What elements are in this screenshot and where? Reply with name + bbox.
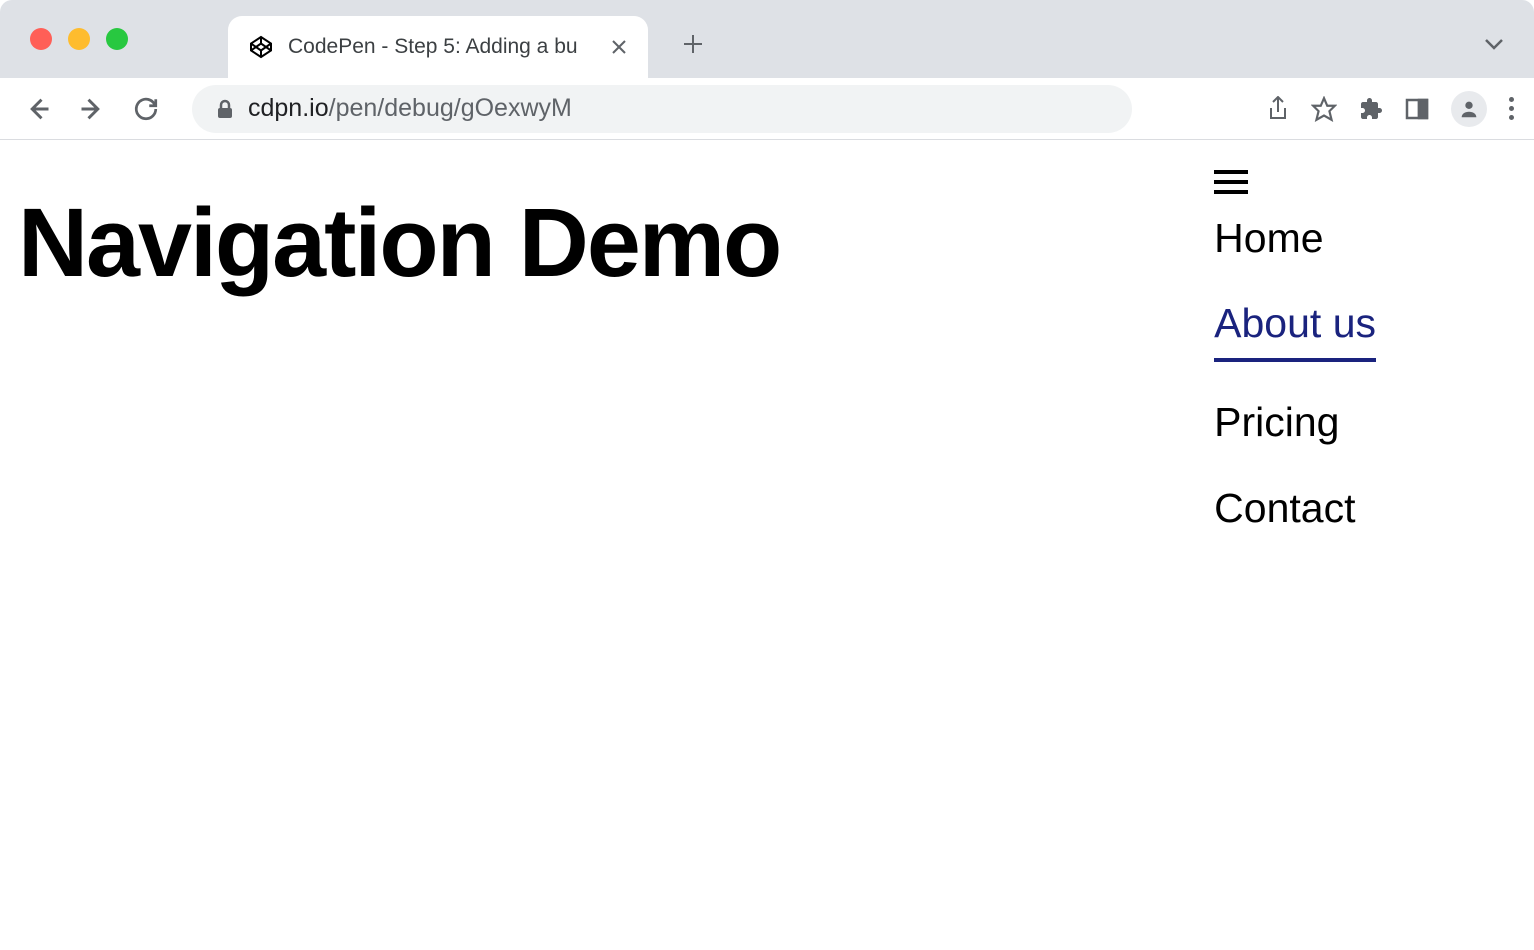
toolbar-actions bbox=[1267, 91, 1514, 127]
hamburger-menu-icon[interactable] bbox=[1214, 170, 1248, 194]
tab-strip: CodePen - Step 5: Adding a bu bbox=[0, 0, 1534, 78]
bookmark-star-icon[interactable] bbox=[1311, 96, 1337, 122]
back-button[interactable] bbox=[20, 91, 56, 127]
side-panel-icon[interactable] bbox=[1405, 98, 1429, 120]
page-heading: Navigation Demo bbox=[18, 190, 780, 533]
navigation-area: Home About us Pricing Contact bbox=[1214, 170, 1516, 533]
extensions-icon[interactable] bbox=[1359, 97, 1383, 121]
tab-search-button[interactable] bbox=[1484, 33, 1504, 56]
nav-item-about[interactable]: About us bbox=[1214, 299, 1376, 362]
nav-list: Home About us Pricing Contact bbox=[1214, 214, 1376, 533]
minimize-window-button[interactable] bbox=[68, 28, 90, 50]
nav-item-home[interactable]: Home bbox=[1214, 214, 1376, 263]
close-tab-button[interactable] bbox=[610, 38, 628, 56]
forward-button[interactable] bbox=[74, 91, 110, 127]
maximize-window-button[interactable] bbox=[106, 28, 128, 50]
url-text: cdpn.io/pen/debug/gOexwyM bbox=[248, 94, 572, 123]
page-content: Navigation Demo Home About us Pricing Co… bbox=[0, 140, 1534, 533]
profile-avatar-icon[interactable] bbox=[1451, 91, 1487, 127]
browser-tab[interactable]: CodePen - Step 5: Adding a bu bbox=[228, 16, 648, 78]
new-tab-button[interactable] bbox=[672, 23, 714, 65]
codepen-favicon-icon bbox=[248, 34, 274, 60]
close-window-button[interactable] bbox=[30, 28, 52, 50]
nav-item-pricing[interactable]: Pricing bbox=[1214, 398, 1376, 447]
lock-icon bbox=[216, 99, 234, 119]
url-path: /pen/debug/gOexwyM bbox=[329, 94, 572, 123]
reload-button[interactable] bbox=[128, 91, 164, 127]
browser-toolbar: cdpn.io/pen/debug/gOexwyM bbox=[0, 78, 1534, 140]
window-controls bbox=[30, 28, 128, 50]
address-bar[interactable]: cdpn.io/pen/debug/gOexwyM bbox=[192, 85, 1132, 133]
share-icon[interactable] bbox=[1267, 96, 1289, 122]
tab-title: CodePen - Step 5: Adding a bu bbox=[288, 35, 596, 59]
browser-chrome: CodePen - Step 5: Adding a bu bbox=[0, 0, 1534, 140]
nav-item-contact[interactable]: Contact bbox=[1214, 484, 1376, 533]
url-domain: cdpn.io bbox=[248, 94, 329, 123]
menu-icon[interactable] bbox=[1509, 97, 1514, 120]
